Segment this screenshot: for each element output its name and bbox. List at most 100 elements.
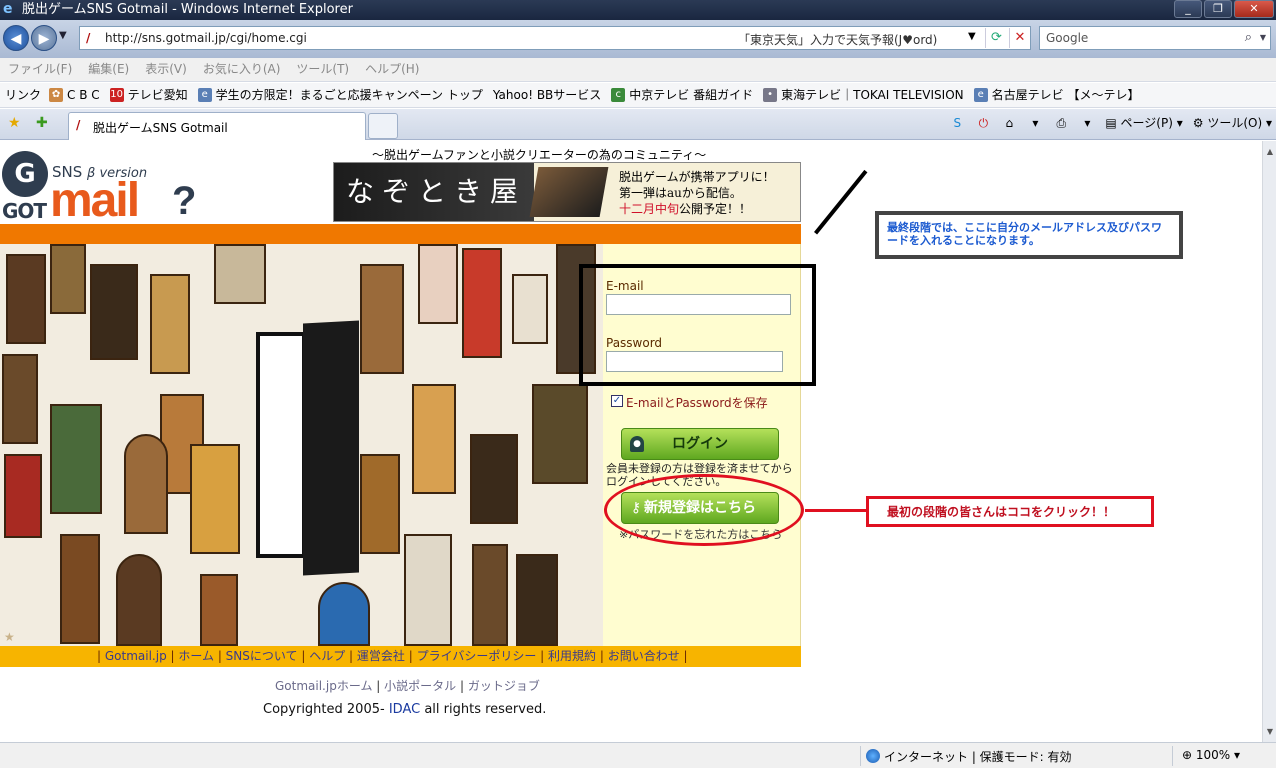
- link-label: テレビ愛知: [127, 88, 188, 102]
- tab-gotmail[interactable]: / 脱出ゲームSNS Gotmail: [68, 112, 366, 140]
- url-text[interactable]: http://sns.gotmail.jp/cgi/home.cgi: [105, 31, 307, 45]
- annotation-callout-top: 最終段階では、ここに自分のメールアドレス及びパスワードを入れることになります。: [875, 211, 1183, 259]
- menu-edit[interactable]: 編集(E): [88, 58, 129, 81]
- chukyo-icon: c: [611, 88, 626, 102]
- link-label: 中京テレビ 番組ガイド: [629, 88, 754, 102]
- scroll-up-icon[interactable]: ▲: [1265, 147, 1275, 156]
- zoom-icon: ⊕: [1182, 748, 1193, 762]
- banner-line1: 脱出ゲームが携帯アプリに！: [619, 170, 775, 184]
- login-button[interactable]: ● ログイン: [621, 428, 779, 460]
- link-cbc[interactable]: ✿ C B C: [49, 83, 100, 107]
- footer-link-about-sns[interactable]: SNSについて: [226, 649, 298, 663]
- copyright: Copyrighted 2005- IDAC all rights reserv…: [263, 702, 547, 717]
- link-yahoo-bb[interactable]: Yahoo! BBサービス: [493, 83, 601, 107]
- add-favorites-icon[interactable]: ✚: [36, 115, 48, 131]
- annotation-login-box: [579, 264, 816, 386]
- address-bar-area: ◀ ▶ ▼ / http://sns.gotmail.jp/cgi/home.c…: [0, 20, 1276, 58]
- link-nagoya-tv[interactable]: e 名古屋テレビ 【メ～テレ】: [973, 83, 1139, 107]
- home-dropdown-icon[interactable]: ▾: [1027, 115, 1043, 131]
- open-doorway: [256, 332, 306, 558]
- globe-icon: [866, 749, 880, 763]
- nazotokiya-banner[interactable]: なぞとき屋 脱出ゲームが携帯アプリに！ 第一弾はauから配信。 十二月中旬公開予…: [333, 162, 801, 222]
- window-titlebar: e 脱出ゲームSNS Gotmail - Windows Internet Ex…: [0, 0, 1276, 20]
- print-icon[interactable]: ⎙: [1053, 115, 1069, 131]
- site-tagline: ～脱出ゲームファンと小説クリエーターの為のコミュニティ～: [372, 148, 707, 162]
- footer-link-gutjob[interactable]: ガットジョブ: [468, 679, 540, 693]
- tokai-icon: •: [763, 88, 778, 102]
- annotation-connector-line: [814, 169, 868, 235]
- idac-link[interactable]: IDAC: [389, 702, 420, 717]
- orange-divider: [0, 224, 801, 244]
- footer-nav: | Gotmail.jp | ホーム | SNSについて | ヘルプ | 運営会…: [0, 646, 801, 667]
- footer-link-gotmail[interactable]: Gotmail.jp: [105, 649, 167, 663]
- favorites-star-icon[interactable]: ★: [8, 115, 21, 131]
- link-chukyo-tv[interactable]: c 中京テレビ 番組ガイド: [611, 83, 753, 107]
- new-tab-button[interactable]: [368, 113, 398, 139]
- footer-link-privacy[interactable]: プライバシーポリシー: [417, 649, 537, 663]
- doors-collage-image: ★: [0, 244, 603, 646]
- tab-favicon-icon: /: [76, 118, 81, 132]
- menu-help[interactable]: ヘルプ(H): [365, 58, 419, 81]
- stop-icon[interactable]: ✕: [1009, 28, 1030, 48]
- menu-view[interactable]: 表示(V): [145, 58, 187, 81]
- forward-button[interactable]: ▶: [31, 25, 57, 51]
- address-field[interactable]: / http://sns.gotmail.jp/cgi/home.cgi 「東京…: [79, 26, 1031, 50]
- restore-button[interactable]: ❐: [1204, 0, 1232, 18]
- print-dropdown-icon[interactable]: ▾: [1079, 115, 1095, 131]
- zoom-level[interactable]: ⊕ 100% ▾: [1182, 748, 1240, 762]
- scroll-down-icon[interactable]: ▼: [1265, 727, 1275, 736]
- annotation-register-ellipse: [604, 474, 804, 546]
- menu-file[interactable]: ファイル(F): [8, 58, 72, 81]
- remember-checkbox[interactable]: ✓: [611, 395, 623, 407]
- search-icon[interactable]: ⌕: [1245, 30, 1252, 45]
- menu-favorites[interactable]: お気に入り(A): [203, 58, 281, 81]
- footer-link-contact[interactable]: お問い合わせ: [608, 649, 680, 663]
- footer-link-company[interactable]: 運営会社: [357, 649, 405, 663]
- remember-label[interactable]: E-mailとPasswordを保存: [626, 394, 768, 411]
- status-bar: インターネット | 保護モード: 有効 ⊕ 100% ▾: [0, 742, 1276, 768]
- security-zone[interactable]: インターネット | 保護モード: 有効: [866, 748, 1072, 765]
- link-label: Yahoo! BBサービス: [492, 88, 602, 102]
- power-icon[interactable]: ⏻: [975, 115, 991, 131]
- banner-line2: 第一弾はauから配信。: [619, 186, 742, 200]
- footer-link-terms[interactable]: 利用規約: [548, 649, 596, 663]
- link-label: C B C: [67, 88, 100, 102]
- tab-bar: ★ ✚ / 脱出ゲームSNS Gotmail S ⏻ ⌂ ▾ ⎙ ▾ ▤ ページ…: [0, 109, 1276, 140]
- history-dropdown-icon[interactable]: ▼: [59, 30, 67, 41]
- logo-mail: mail: [50, 174, 140, 227]
- menu-bar: ファイル(F) 編集(E) 表示(V) お気に入り(A) ツール(T) ヘルプ(…: [0, 58, 1276, 82]
- login-button-label: ログイン: [672, 436, 728, 452]
- search-dropdown-icon[interactable]: ▼: [1260, 33, 1266, 42]
- page-icon: e: [973, 88, 988, 102]
- gear-icon: ⚙: [1192, 116, 1204, 130]
- gotmail-logo[interactable]: G SNS β version mail GOT ?: [0, 147, 210, 227]
- back-button[interactable]: ◀: [3, 25, 29, 51]
- address-dropdown-icon[interactable]: ▼: [968, 31, 976, 42]
- footer-link-novel-portal[interactable]: 小説ポータル: [384, 679, 456, 693]
- link-tv-aichi[interactable]: 10 テレビ愛知: [109, 83, 188, 107]
- minimize-button[interactable]: _: [1174, 0, 1202, 18]
- close-button[interactable]: ✕: [1234, 0, 1274, 18]
- refresh-icon[interactable]: ⟳: [985, 28, 1007, 48]
- page-menu[interactable]: ▤ ページ(P) ▾: [1105, 114, 1182, 131]
- link-tokai-tv[interactable]: • 東海テレビ｜TOKAI TELEVISION: [763, 83, 964, 107]
- command-bar: S ⏻ ⌂ ▾ ⎙ ▾ ▤ ページ(P) ▾ ⚙ ツール(O) ▾: [949, 114, 1272, 131]
- window-controls: _ ❐ ✕: [1174, 0, 1274, 18]
- cbc-icon: ✿: [49, 88, 64, 102]
- footer-links: Gotmail.jpホーム | 小説ポータル | ガットジョブ: [275, 679, 540, 693]
- page-menu-label: ページ(P): [1120, 116, 1173, 130]
- link-label: 学生の方限定！まるごと応援キャンペーン トップ: [215, 88, 483, 102]
- footer-link-gotmail-home[interactable]: Gotmail.jpホーム: [275, 679, 372, 693]
- ie-icon: e: [3, 1, 13, 17]
- skype-icon[interactable]: S: [949, 115, 965, 131]
- menu-tools[interactable]: ツール(T): [296, 58, 349, 81]
- search-input[interactable]: Google ⌕ ▼: [1039, 26, 1271, 50]
- footer-link-help[interactable]: ヘルプ: [309, 649, 345, 663]
- vertical-scrollbar[interactable]: ▲ ▼: [1262, 141, 1276, 742]
- link-campaign[interactable]: e 学生の方限定！まるごと応援キャンペーン トップ: [197, 83, 483, 107]
- home-icon[interactable]: ⌂: [1001, 115, 1017, 131]
- footer-link-home[interactable]: ホーム: [178, 649, 214, 663]
- tools-menu[interactable]: ⚙ ツール(O) ▾: [1193, 114, 1272, 131]
- annotation-callout-bottom: 最初の段階の皆さんはココをクリック！！: [866, 496, 1154, 527]
- logo-mark-icon: G: [2, 151, 48, 197]
